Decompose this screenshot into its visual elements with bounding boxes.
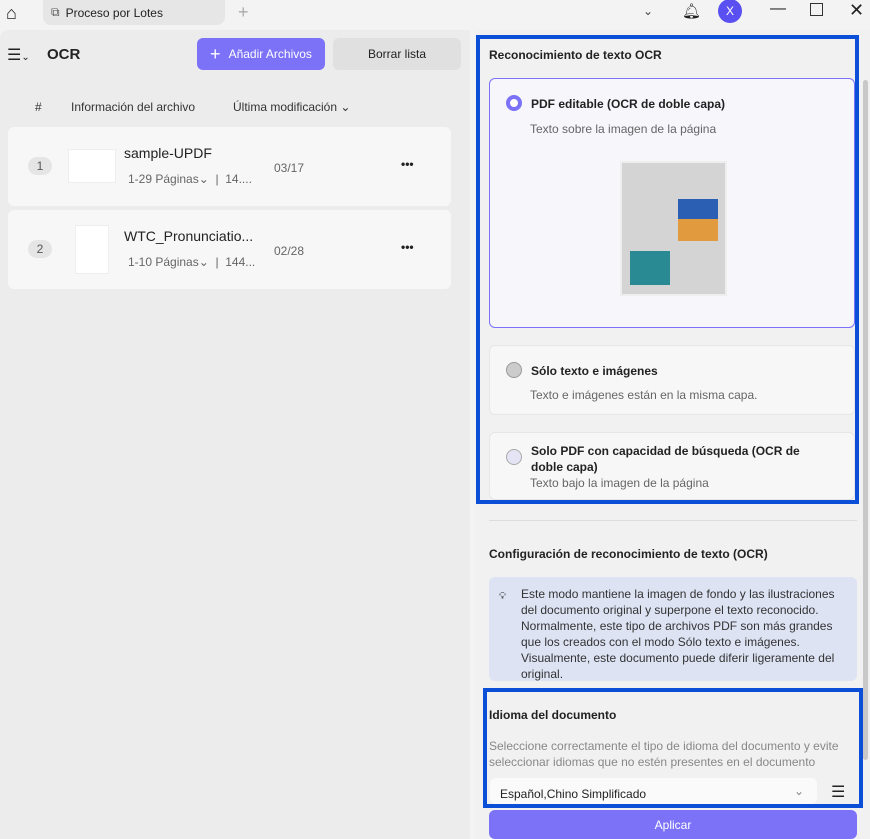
divider xyxy=(489,520,857,521)
language-value: Español,Chino Simplificado xyxy=(500,787,647,801)
option-text-images[interactable]: Sólo texto e imágenes Texto e imágenes e… xyxy=(489,345,855,415)
option-desc: Texto sobre la imagen de la página xyxy=(530,122,717,136)
clear-list-button[interactable]: Borrar lista xyxy=(333,38,461,70)
file-date: 03/17 xyxy=(274,161,305,175)
row-index: 1 xyxy=(28,157,52,175)
option-label: Solo PDF con capacidad de búsqueda (OCR … xyxy=(531,444,800,474)
page-range: 1-10 Páginas xyxy=(128,255,199,269)
file-date: 02/28 xyxy=(274,244,305,258)
option-label: Sólo texto e imágenes xyxy=(531,364,658,378)
option-editable-pdf[interactable]: PDF editable (OCR de doble capa) Texto s… xyxy=(489,78,855,328)
page-range: 1-29 Páginas xyxy=(128,172,199,186)
info-box: 💡︎ Este modo mantiene la imagen de fondo… xyxy=(489,577,857,681)
tab-title: Proceso por Lotes xyxy=(65,5,163,20)
option-desc: Texto bajo la imagen de la página xyxy=(530,476,709,490)
file-size: 144... xyxy=(225,255,256,269)
panel-title: OCR xyxy=(47,46,81,63)
plus-icon: + xyxy=(210,43,221,64)
radio-selected[interactable] xyxy=(506,95,522,111)
col-info: Información del archivo xyxy=(71,100,196,114)
document-illustration xyxy=(620,161,727,296)
config-title: Configuración de reconocimiento de texto… xyxy=(489,547,768,561)
radio-unselected[interactable] xyxy=(506,362,522,378)
batch-icon: ⧉ xyxy=(51,5,60,19)
apply-button[interactable]: Aplicar xyxy=(489,810,857,839)
minimize-icon[interactable]: — xyxy=(770,0,786,18)
section-title: Reconocimiento de texto OCR xyxy=(489,48,662,62)
list-item[interactable]: 2 WTC_Pronunciatio... 1-10 Páginas⌄ | 14… xyxy=(8,210,451,289)
language-desc: Seleccione correctamente el tipo de idio… xyxy=(489,739,839,769)
bell-icon[interactable]: 🔔︎ xyxy=(682,2,701,20)
row-index: 2 xyxy=(28,240,52,258)
menu-icon[interactable]: ☰⌄ xyxy=(7,45,30,65)
radio-unselected[interactable] xyxy=(506,449,522,465)
chevron-down-icon: ⌄ xyxy=(794,784,805,798)
add-files-button[interactable]: + Añadir Archivos xyxy=(197,38,325,70)
list-item[interactable]: 1 sample-UPDF 1-29 Páginas⌄ | 14.... 03/… xyxy=(8,127,451,206)
language-title: Idioma del documento xyxy=(489,708,617,722)
option-desc: Texto e imágenes están en la misma capa. xyxy=(530,388,758,402)
col-num: # xyxy=(35,100,42,114)
col-modified: Última modificación xyxy=(233,100,338,114)
scrollbar[interactable] xyxy=(863,80,868,760)
file-thumbnail xyxy=(68,149,116,183)
avatar[interactable]: X xyxy=(718,0,742,23)
title-bar: ⌂ ⧉ Proceso por Lotes + ⌄ 🔔︎ X — ✕ xyxy=(0,0,870,30)
language-select[interactable]: Español,Chino Simplificado ⌄ xyxy=(490,778,817,804)
file-size: 14.... xyxy=(225,172,252,186)
option-label: PDF editable (OCR de doble capa) xyxy=(531,97,726,111)
new-tab-icon[interactable]: + xyxy=(238,2,249,23)
option-searchable-pdf[interactable]: Solo PDF con capacidad de búsqueda (OCR … xyxy=(489,432,855,500)
lightbulb-icon: 💡︎ xyxy=(499,591,506,602)
col-modified-sort[interactable]: Última modificación ⌄ xyxy=(233,100,350,114)
page-range-dropdown[interactable]: 1-10 Páginas⌄ | 144... xyxy=(128,255,255,269)
chevron-down-icon[interactable]: ⌄ xyxy=(643,4,653,18)
settings-sliders-icon[interactable]: ☰ xyxy=(831,782,845,802)
page-range-dropdown[interactable]: 1-29 Páginas⌄ | 14.... xyxy=(128,172,252,186)
more-options-icon[interactable]: ••• xyxy=(401,240,414,254)
add-files-label: Añadir Archivos xyxy=(228,47,312,61)
home-icon[interactable]: ⌂ xyxy=(6,3,17,24)
tab-batch[interactable]: ⧉ Proceso por Lotes xyxy=(43,0,225,25)
file-name: WTC_Pronunciatio... xyxy=(124,228,254,244)
file-thumbnail xyxy=(75,225,109,274)
more-options-icon[interactable]: ••• xyxy=(401,157,414,171)
file-name: sample-UPDF xyxy=(124,145,212,161)
close-icon[interactable]: ✕ xyxy=(849,0,864,21)
info-text: Este modo mantiene la imagen de fondo y … xyxy=(521,587,835,681)
maximize-icon[interactable] xyxy=(810,3,823,16)
